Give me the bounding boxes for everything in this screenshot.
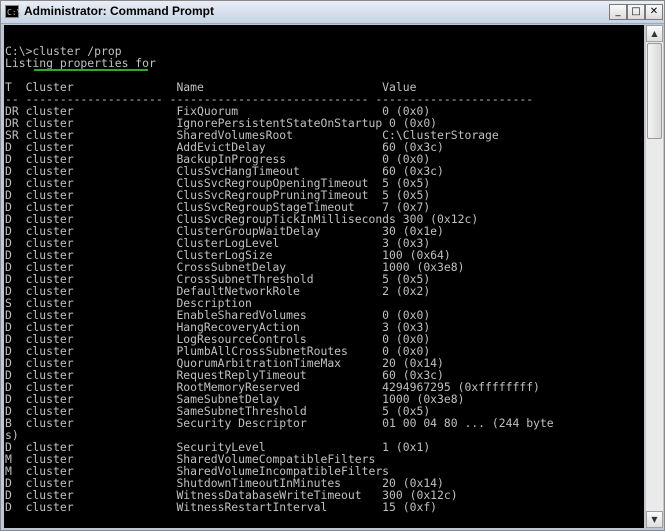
console-line: B cluster Security Descriptor 01 00 04 8… [5, 416, 554, 430]
console-text: C:\>cluster /prop Listing properties for … [5, 33, 554, 513]
window-title: Administrator: Command Prompt [24, 4, 215, 18]
console-line: Listing properties for [5, 56, 156, 70]
minimize-button[interactable]: _ [609, 4, 627, 20]
console-line: D cluster WitnessRestartInterval 15 (0xf… [5, 500, 438, 514]
command-prompt-icon[interactable]: C:\ [5, 5, 21, 18]
console-output-area[interactable]: C:\>cluster /prop Listing properties for … [4, 25, 644, 528]
vertical-scrollbar[interactable]: ▲ ▼ [645, 25, 663, 528]
maximize-button[interactable]: □ [627, 4, 645, 20]
title-bar[interactable]: C:\ Administrator: Command Prompt _ □ ✕ [1, 1, 664, 24]
scroll-thumb[interactable] [647, 43, 662, 139]
command-highlight-underline [34, 69, 148, 71]
close-button[interactable]: ✕ [645, 4, 663, 20]
scroll-down-button[interactable]: ▼ [646, 511, 663, 528]
scroll-up-button[interactable]: ▲ [646, 25, 663, 42]
command-prompt-window: C:\ Administrator: Command Prompt _ □ ✕ … [0, 0, 665, 531]
